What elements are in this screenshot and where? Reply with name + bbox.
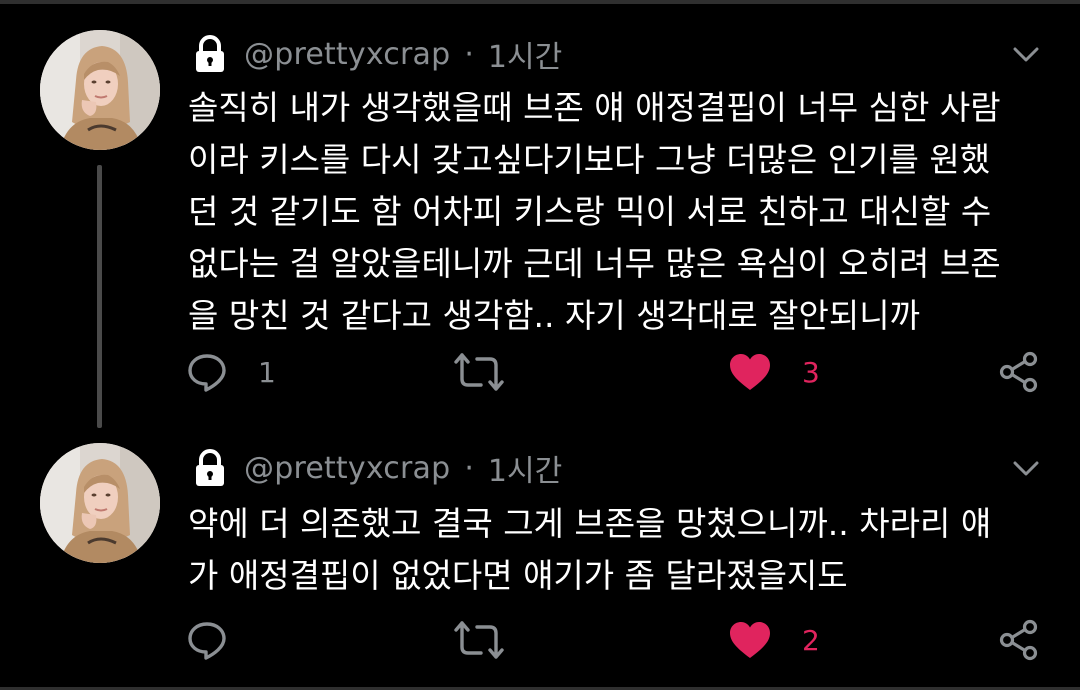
lock-icon (190, 34, 230, 74)
reply-icon (188, 622, 226, 660)
avatar[interactable] (40, 443, 160, 563)
reply-count: 1 (258, 355, 276, 389)
tweet-text: 솔직히 내가 생각했을때 브존 얘 애정결핍이 너무 심한 사람 이라 키스를 … (188, 82, 1058, 342)
tweet-text-line: 솔직히 내가 생각했을때 브존 얘 애정결핍이 너무 심한 사람 (188, 88, 1001, 127)
timestamp[interactable]: 1시간 (488, 446, 562, 490)
share-button[interactable] (998, 610, 1040, 670)
tweet-text-line: 약에 더 의존했고 결국 그게 브존을 망쳤으니까.. 차라리 얘 (188, 504, 992, 543)
share-icon (999, 351, 1038, 393)
reply-button[interactable]: 1 (186, 342, 276, 402)
tweet[interactable]: @prettyxcrap · 1시간 솔직히 내가 생각했을때 브존 얘 애정결… (0, 0, 1080, 440)
retweet-button[interactable] (454, 610, 534, 670)
user-handle[interactable]: @prettyxcrap (244, 37, 450, 72)
avatar-image (40, 443, 160, 563)
like-count: 2 (802, 623, 820, 657)
avatar[interactable] (40, 30, 160, 150)
separator-dot: · (464, 36, 474, 72)
lock-icon (190, 448, 230, 488)
chevron-down-icon[interactable] (1012, 459, 1040, 479)
tweet[interactable]: @prettyxcrap · 1시간 약에 더 의존했고 결국 그게 브존을 망… (0, 440, 1080, 690)
tweet-text-line: 가 애정결핍이 없었다면 얘기가 좀 달라졌을지도 (188, 556, 848, 595)
tweet-header: @prettyxcrap · 1시간 (190, 446, 562, 490)
user-handle[interactable]: @prettyxcrap (244, 451, 450, 486)
retweet-icon (454, 353, 504, 391)
retweet-icon (454, 621, 504, 659)
tweet-text-line: 던 것 같기도 함 어차피 키스랑 믹이 서로 친하고 대신할 수 (188, 192, 992, 231)
reply-icon (188, 354, 226, 392)
heart-icon (730, 354, 770, 390)
tweet-actions: 2 (0, 610, 1080, 670)
heart-icon (730, 622, 770, 658)
reply-button[interactable] (186, 610, 258, 670)
like-button[interactable]: 3 (728, 342, 820, 402)
tweet-text-line: 이라 키스를 다시 갖고싶다기보다 그냥 더많은 인기를 원했 (188, 140, 991, 179)
share-icon (999, 619, 1038, 661)
tweet-header: @prettyxcrap · 1시간 (190, 32, 562, 76)
tweet-text-line: 없다는 걸 알았을테니까 근데 너무 많은 욕심이 오히려 브존 (188, 244, 1001, 283)
like-count: 3 (802, 355, 820, 389)
chevron-down-icon[interactable] (1012, 45, 1040, 65)
timestamp[interactable]: 1시간 (488, 32, 562, 76)
tweet-text: 약에 더 의존했고 결국 그게 브존을 망쳤으니까.. 차라리 얘 가 애정결핍… (188, 498, 1058, 602)
tweet-actions: 1 3 (0, 342, 1080, 402)
share-button[interactable] (998, 342, 1040, 402)
avatar-image (40, 30, 160, 150)
tweet-text-line: 을 망친 것 같다고 생각함.. 자기 생각대로 잘안되니까 (188, 296, 920, 335)
retweet-button[interactable] (454, 342, 534, 402)
like-button[interactable]: 2 (728, 610, 820, 670)
separator-dot: · (464, 450, 474, 486)
